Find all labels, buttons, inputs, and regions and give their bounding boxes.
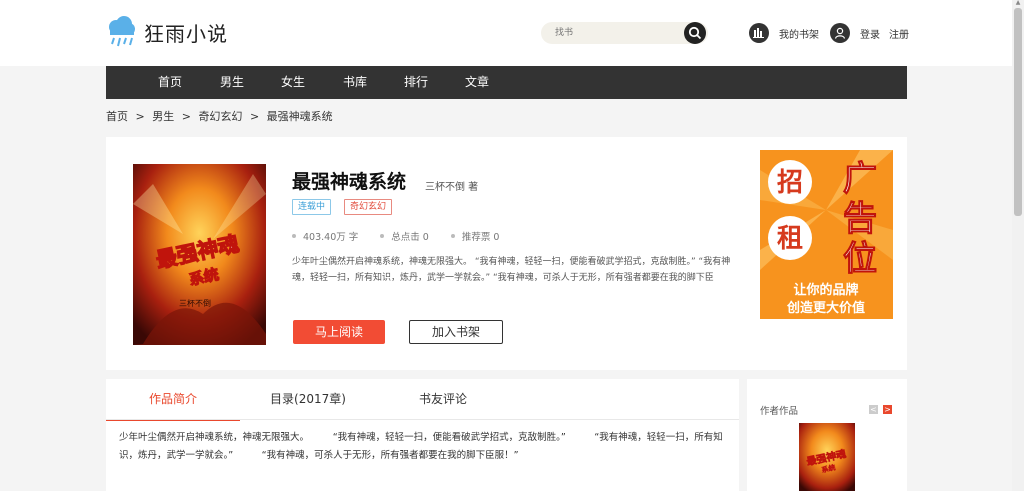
book-cover-art: 最强神魂 系统 三杯不倒: [133, 164, 266, 345]
login-link[interactable]: 登录: [860, 26, 880, 41]
add-to-shelf-button[interactable]: 加入书架: [409, 320, 503, 344]
ad-line-2: 创造更大价值: [786, 300, 865, 316]
rain-cloud-icon: [109, 16, 135, 47]
top-header: 狂雨小说 我的书架 登录 注册: [0, 0, 1012, 66]
dot-icon: [380, 234, 385, 238]
register-link[interactable]: 注册: [889, 26, 909, 41]
tab-divider: [106, 419, 739, 420]
genre-badge[interactable]: 奇幻玄幻: [344, 199, 393, 215]
ad-banner[interactable]: 招 租 广 告 位 让你的品牌 创造更大价值: [760, 150, 893, 319]
prev-arrow-icon[interactable]: <: [869, 405, 878, 414]
breadcrumb-genre[interactable]: 奇幻玄幻: [198, 110, 242, 123]
breadcrumb-male[interactable]: 男生: [152, 110, 174, 123]
ad-char-4: 告: [843, 199, 877, 239]
main-nav: 首页 男生 女生 书库 排行 文章: [106, 66, 907, 99]
book-info-card: 最强神魂 系统 三杯不倒 最强神魂系统 三杯不倒 著 连载中 奇幻玄幻 403.…: [106, 137, 907, 370]
read-now-button[interactable]: 马上阅读: [293, 320, 385, 344]
book-title: 最强神魂系统: [292, 171, 407, 193]
word-count: 403.40万 字: [292, 229, 358, 243]
cover-author: 三杯不倒: [179, 298, 211, 308]
book-stats: 403.40万 字 总点击 0 推荐票 0: [292, 229, 521, 243]
breadcrumb: 首页 > 男生 > 奇幻玄幻 > 最强神魂系统: [106, 108, 337, 124]
next-arrow-icon[interactable]: >: [883, 405, 892, 414]
nav-library[interactable]: 书库: [343, 66, 367, 99]
tab-catalog[interactable]: 目录(2017章): [241, 379, 375, 419]
scrollbar-thumb[interactable]: [1014, 8, 1022, 216]
author-works-title: 作者作品: [760, 406, 799, 417]
breadcrumb-separator: >: [181, 110, 191, 123]
author-work-cover-art: 最强神魂 系统: [799, 423, 855, 491]
ad-char-1: 招: [777, 168, 803, 198]
book-intro: 少年叶尘偶然开启神魂系统，神魂无限强大。 “我有神魂，轻轻一扫，便能看破武学招式…: [292, 257, 731, 283]
tabs-card: 作品简介 目录(2017章) 书友评论 少年叶尘偶然开启神魂系统，神魂无限强大。…: [106, 379, 739, 491]
book-author[interactable]: 三杯不倒 著: [425, 178, 478, 193]
dot-icon: [292, 234, 296, 238]
status-badge: 连载中: [292, 199, 332, 215]
search-button[interactable]: [684, 22, 706, 44]
total-clicks-value: 总点击 0: [391, 232, 429, 243]
my-bookshelf-link[interactable]: 我的书架: [749, 22, 819, 44]
ad-char-2: 租: [777, 224, 803, 254]
search-input[interactable]: [555, 26, 675, 40]
scroll-up-icon[interactable]: ▲: [1014, 0, 1022, 6]
ad-char-5: 位: [843, 239, 877, 279]
total-clicks: 总点击 0: [380, 229, 429, 243]
breadcrumb-home[interactable]: 首页: [106, 110, 128, 123]
my-bookshelf-label: 我的书架: [779, 29, 819, 41]
breadcrumb-separator: >: [249, 110, 260, 123]
ad-line-1: 让你的品牌: [793, 282, 858, 298]
site-logo[interactable]: 狂雨小说: [106, 14, 228, 50]
nav-ranking[interactable]: 排行: [404, 66, 428, 99]
word-count-value: 403.40万 字: [303, 232, 359, 243]
ad-banner-art: 招 租 广 告 位 让你的品牌 创造更大价值: [760, 150, 893, 319]
nav-female[interactable]: 女生: [281, 66, 305, 99]
recommend-votes: 推荐票 0: [450, 229, 500, 243]
nav-articles[interactable]: 文章: [465, 66, 489, 99]
tab-intro[interactable]: 作品简介: [106, 379, 240, 421]
user-area: 登录 注册: [830, 22, 909, 44]
author-work-cover[interactable]: 最强神魂 系统: [799, 423, 855, 491]
book-cover[interactable]: 最强神魂 系统 三杯不倒: [133, 164, 266, 345]
site-name: 狂雨小说: [144, 21, 228, 46]
user-icon[interactable]: [830, 23, 850, 43]
search-box: [541, 22, 708, 44]
author-works-card: 作者作品 < > 最强神魂 系统: [747, 379, 907, 491]
search-icon: [688, 26, 702, 40]
bookshelf-icon: [749, 23, 769, 43]
nav-male[interactable]: 男生: [220, 66, 244, 99]
tab-comments[interactable]: 书友评论: [376, 379, 510, 419]
dot-icon: [450, 234, 455, 238]
recommend-votes-value: 推荐票 0: [461, 232, 500, 243]
breadcrumb-separator: >: [135, 110, 145, 123]
tab-intro-content: 少年叶尘偶然开启神魂系统，神魂无限强大。 “我有神魂，轻轻一扫，便能看破武学招式…: [119, 432, 723, 461]
nav-home[interactable]: 首页: [158, 66, 182, 99]
ad-char-3: 广: [843, 159, 877, 199]
breadcrumb-current: 最强神魂系统: [266, 110, 333, 123]
